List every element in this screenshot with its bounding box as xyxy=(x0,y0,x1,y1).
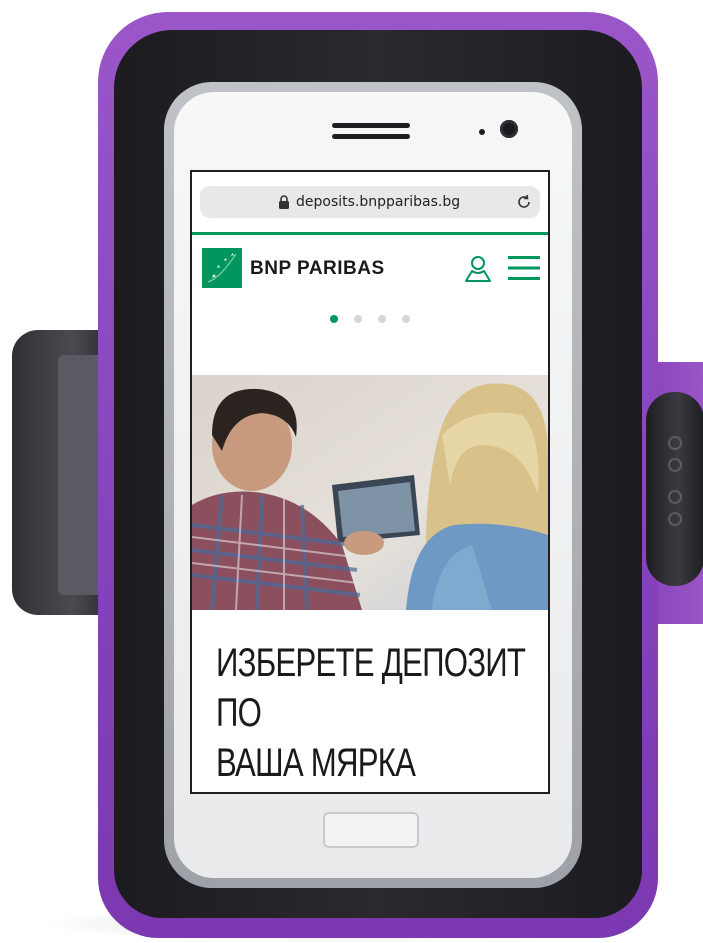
hamburger-menu-icon[interactable] xyxy=(506,254,542,282)
hero-headline-line1: ИЗБЕРЕТЕ ДЕПОЗИТ ПО xyxy=(216,641,526,735)
reload-icon[interactable] xyxy=(516,194,532,210)
carousel-indicators xyxy=(330,315,420,325)
buckle-hole xyxy=(668,512,682,526)
carousel-dot[interactable] xyxy=(378,315,386,323)
carousel-dot[interactable] xyxy=(402,315,410,323)
buckle-hole xyxy=(668,436,682,450)
bnp-stars-logo[interactable] xyxy=(202,248,242,288)
hero-image xyxy=(192,375,548,610)
phone-screen: deposits.bnpparibas.bg BNP PARIBAS ИЗБЕР… xyxy=(192,172,548,792)
earpiece-speaker xyxy=(332,123,410,128)
buckle-hole xyxy=(668,490,682,504)
earpiece-speaker xyxy=(332,134,410,139)
brand-name: BNP PARIBAS xyxy=(250,258,385,279)
carousel-dot[interactable] xyxy=(354,315,362,323)
logo-stars-icon xyxy=(202,248,242,288)
hero-photo-people-laptop xyxy=(192,375,548,610)
proximity-sensor xyxy=(479,129,485,135)
hero-headline: ИЗБЕРЕТЕ ДЕПОЗИТ ПО ВАША МЯРКА xyxy=(216,638,544,788)
home-button[interactable] xyxy=(323,812,419,848)
header-accent-rule xyxy=(192,232,548,235)
carousel-dot-active[interactable] xyxy=(330,315,338,323)
front-camera-icon xyxy=(500,120,518,138)
buckle-hole xyxy=(668,458,682,472)
hero-headline-line2: ВАША МЯРКА xyxy=(216,741,416,785)
armband-buckle xyxy=(646,392,703,586)
user-icon[interactable] xyxy=(462,252,494,284)
address-bar[interactable]: deposits.bnpparibas.bg xyxy=(200,186,540,218)
lock-icon xyxy=(279,195,289,209)
url-text: deposits.bnpparibas.bg xyxy=(296,194,461,210)
